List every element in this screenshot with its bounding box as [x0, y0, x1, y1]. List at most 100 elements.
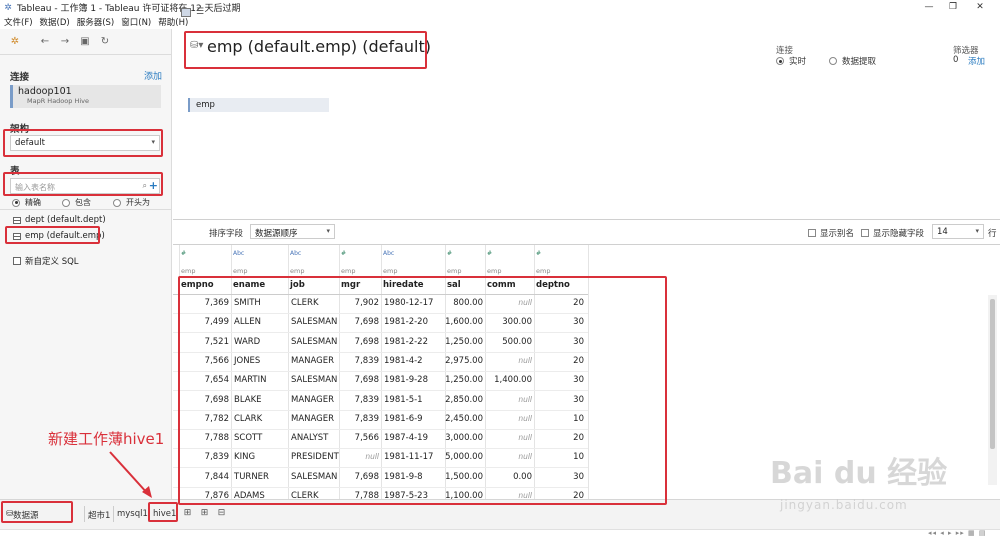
- table-item-label: dept (default.dept): [25, 215, 106, 225]
- show-hidden-checkbox[interactable]: 显示隐藏字段: [861, 227, 924, 239]
- rows-count-input[interactable]: 14 ▾: [932, 224, 984, 239]
- match-startswith-radio[interactable]: 开头为: [113, 197, 150, 208]
- live-label: 实时: [789, 57, 807, 67]
- rows-label: 行: [988, 229, 997, 239]
- connection-type: MapR Hadoop Hive: [27, 97, 89, 105]
- string-type-icon[interactable]: Abc: [233, 250, 244, 257]
- sort-fields-label: 排序字段: [209, 229, 244, 239]
- column-source-label: emp: [447, 267, 462, 275]
- annotation-box-emp: [5, 226, 100, 244]
- number-type-icon[interactable]: #: [341, 250, 346, 257]
- connections-label: 连接: [10, 72, 30, 83]
- column-source-label: emp: [536, 267, 551, 275]
- tab-navigation-icons[interactable]: ◂◂ ◂ ▸ ▸▸ ▦ ▤: [928, 529, 986, 537]
- sidebar-divider: [0, 209, 172, 210]
- new-dashboard-icon[interactable]: ⊞: [199, 508, 210, 519]
- show-aliases-label: 显示别名: [820, 229, 855, 239]
- number-type-icon[interactable]: #: [487, 250, 492, 257]
- menu-help[interactable]: 帮助(H): [158, 16, 188, 28]
- new-story-icon[interactable]: ⊟: [216, 508, 227, 519]
- scrollbar-thumb[interactable]: [990, 299, 995, 449]
- menu-server[interactable]: 服务器(S): [77, 16, 115, 28]
- match-contains-label: 包含: [75, 198, 91, 207]
- canvas-table-emp[interactable]: emp: [188, 98, 329, 112]
- annotation-box-search: [3, 172, 163, 196]
- column-source-label: emp: [181, 267, 196, 275]
- checkbox-icon: [861, 229, 869, 237]
- sort-fields-value: 数据源顺序: [255, 229, 298, 239]
- add-filter-link[interactable]: 添加: [968, 55, 985, 67]
- toolbar-divider: [0, 54, 172, 55]
- radio-selected-icon: [12, 198, 20, 207]
- watermark-logo: Bai du 经验: [770, 456, 948, 491]
- column-source-label: emp: [290, 267, 305, 275]
- tableau-home-icon[interactable]: ✲: [7, 34, 23, 50]
- grid-scrollbar[interactable]: [988, 295, 997, 485]
- annotation-box-title: [184, 31, 427, 69]
- column-source-label: emp: [487, 267, 502, 275]
- number-type-icon[interactable]: #: [536, 250, 541, 257]
- column-source-label: emp: [233, 267, 248, 275]
- number-type-icon[interactable]: #: [181, 250, 186, 257]
- annotation-text: 新建工作薄hive1: [48, 430, 165, 448]
- new-custom-sql-label: 新自定义 SQL: [25, 257, 79, 267]
- title-bar: ✲ Tableau - 工作簿 1 - Tableau 许可证将在 12 天后过…: [0, 0, 1000, 15]
- radio-icon: [829, 57, 837, 65]
- restore-button[interactable]: ❐: [941, 0, 965, 15]
- tableau-app-icon: ✲: [4, 2, 12, 13]
- extract-radio[interactable]: 数据提取: [829, 55, 876, 67]
- match-exact-label: 精确: [25, 198, 41, 207]
- live-radio[interactable]: 实时: [776, 55, 806, 67]
- match-contains-radio[interactable]: 包含: [62, 197, 91, 208]
- string-type-icon[interactable]: Abc: [290, 250, 301, 257]
- custom-sql-icon: [13, 257, 21, 265]
- save-icon[interactable]: ▣: [77, 34, 93, 50]
- annotation-box-hive1-tab: [148, 502, 178, 522]
- sort-fields-select[interactable]: 数据源顺序 ▾: [250, 224, 335, 239]
- radio-selected-icon: [776, 57, 784, 65]
- tab-separator: [84, 506, 85, 522]
- grid-view-icon[interactable]: [181, 8, 191, 17]
- status-bar: [0, 529, 1000, 541]
- column-source-label: emp: [341, 267, 356, 275]
- refresh-icon[interactable]: ↻: [97, 34, 113, 50]
- list-view-icon[interactable]: ☰: [196, 8, 206, 17]
- tab-sheet-supermarket[interactable]: 超市1: [88, 509, 110, 521]
- annotation-arrow-icon: [109, 451, 152, 498]
- filters-count: 0: [953, 55, 959, 65]
- close-button[interactable]: ✕: [968, 0, 992, 15]
- annotation-box-datasource-tab: [1, 501, 73, 523]
- radio-icon: [113, 198, 121, 207]
- minimize-button[interactable]: —: [917, 0, 941, 15]
- annotation-box-schema: [3, 129, 163, 157]
- window-title: Tableau - 工作簿 1 - Tableau 许可证将在 12 天后过期: [17, 4, 241, 14]
- connection-name: hadoop101: [18, 86, 72, 97]
- chevron-down-icon: ▾: [975, 227, 979, 235]
- rows-count-value: 14: [937, 227, 948, 237]
- match-startswith-label: 开头为: [126, 198, 150, 207]
- baidu-watermark: Bai du 经验 jingyan.baidu.com: [770, 448, 980, 518]
- new-custom-sql[interactable]: 新自定义 SQL: [13, 255, 79, 267]
- menu-data[interactable]: 数据(D): [40, 16, 70, 28]
- menu-file[interactable]: 文件(F): [4, 16, 33, 28]
- string-type-icon[interactable]: Abc: [383, 250, 394, 257]
- table-item-dept[interactable]: dept (default.dept): [13, 215, 106, 225]
- annotation-box-grid: [178, 276, 667, 505]
- number-type-icon[interactable]: #: [447, 250, 452, 257]
- chevron-down-icon: ▾: [326, 227, 330, 235]
- add-connection-link[interactable]: 添加: [144, 69, 162, 82]
- tab-separator: [113, 506, 114, 522]
- match-exact-radio[interactable]: 精确: [12, 197, 41, 208]
- show-aliases-checkbox[interactable]: 显示别名: [808, 227, 854, 239]
- forward-arrow-icon[interactable]: →: [57, 34, 73, 50]
- new-worksheet-icon[interactable]: ⊞: [182, 508, 193, 519]
- tab-sheet-mysql1[interactable]: mysql1: [117, 509, 148, 519]
- menu-window[interactable]: 窗口(N): [121, 16, 151, 28]
- connection-card[interactable]: hadoop101 MapR Hadoop Hive: [10, 85, 161, 108]
- watermark-url: jingyan.baidu.com: [780, 498, 908, 512]
- back-arrow-icon[interactable]: ←: [37, 34, 53, 50]
- show-hidden-label: 显示隐藏字段: [873, 229, 925, 239]
- table-icon: [13, 216, 21, 224]
- menu-bar: 文件(F) 数据(D) 服务器(S) 窗口(N) 帮助(H): [0, 15, 1000, 29]
- sidebar-toolbar: ✲ ← → ▣ ↻: [0, 29, 172, 54]
